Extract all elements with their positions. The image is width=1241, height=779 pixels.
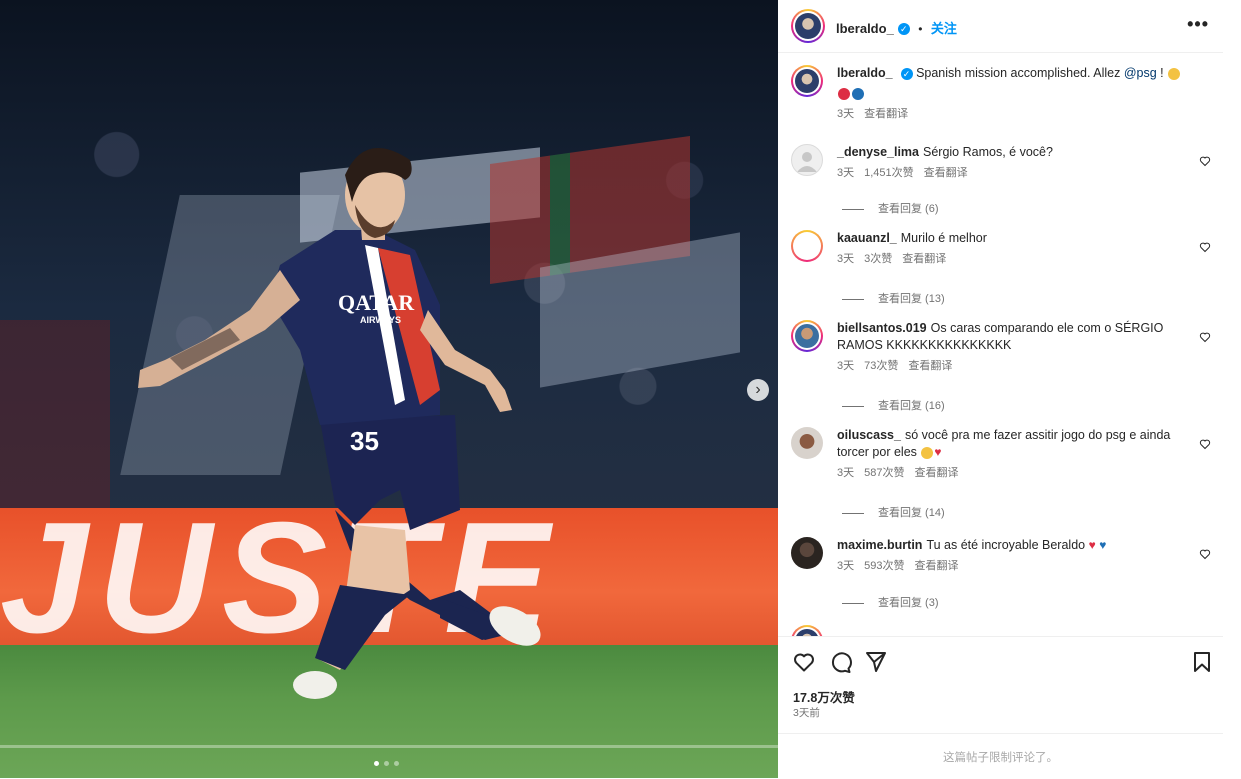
view-replies-button[interactable]: 查看回复 (13): [842, 290, 945, 306]
caption-text-after: !: [1156, 66, 1168, 80]
jersey-sponsor-sub: AIRWAYS: [360, 315, 401, 325]
comments-limited-notice: 这篇帖子限制评论了。: [778, 733, 1223, 779]
view-replies-button[interactable]: 查看回复 (14): [842, 504, 945, 520]
carousel-indicator: [374, 761, 399, 766]
translate-link[interactable]: 查看翻译: [924, 167, 968, 179]
comment-username[interactable]: _denyse_lima: [837, 145, 919, 159]
red-heart-emoji-icon: ♥: [934, 445, 942, 459]
verified-badge-icon: ✓: [897, 22, 910, 35]
comment-username[interactable]: maxime.burtin: [837, 538, 922, 552]
view-replies-label: 查看回复 (14): [878, 507, 945, 519]
pleading-face-emoji-icon: [921, 446, 934, 459]
background-banner: [0, 320, 110, 520]
post-actions: 17.8万次赞 3天前: [778, 636, 1223, 733]
avatar: [795, 234, 819, 258]
avatar: [795, 629, 819, 636]
comment-likes[interactable]: 1,451次赞: [864, 167, 914, 179]
comment-username[interactable]: biellsantos.019: [837, 321, 927, 335]
caption-time: 3天: [837, 108, 855, 120]
comment-likes[interactable]: 3次赞: [864, 253, 892, 265]
like-comment-heart-icon[interactable]: [1199, 155, 1211, 167]
avatar: [795, 324, 819, 348]
comments-list[interactable]: lberaldo_ ✓ Spanish mission accomplished.…: [778, 53, 1223, 636]
avatar-ring[interactable]: [791, 230, 823, 262]
author-avatar-ring[interactable]: [791, 9, 825, 43]
page-gutter: [1223, 0, 1241, 778]
translate-link[interactable]: 查看翻译: [914, 560, 958, 572]
shorts-number: 35: [350, 426, 379, 456]
translate-link[interactable]: 查看翻译: [902, 253, 946, 265]
comment-time: 3天: [837, 253, 855, 265]
like-comment-heart-icon[interactable]: [1199, 438, 1211, 450]
more-options-icon[interactable]: •••: [1187, 14, 1209, 35]
follow-button[interactable]: 关注: [931, 21, 957, 36]
comment-text: Tu as été incroyable Beraldo: [926, 538, 1089, 552]
comment-text: Murilo é melhor: [900, 231, 987, 245]
posted-time: 3天前: [793, 707, 820, 719]
comment-time: 3天: [837, 467, 855, 479]
view-replies-label: 查看回复 (6): [878, 203, 939, 215]
comment-likes[interactable]: 587次赞: [864, 467, 904, 479]
avatar[interactable]: [791, 427, 823, 459]
avatar-ring[interactable]: [791, 625, 823, 636]
translate-link[interactable]: 查看翻译: [914, 467, 958, 479]
translate-link[interactable]: 查看翻译: [908, 360, 952, 372]
blue-circle-emoji-icon: [852, 87, 864, 100]
separator: •: [918, 22, 923, 36]
avatar[interactable]: [791, 537, 823, 569]
comment-time: 3天: [837, 167, 855, 179]
view-replies-button[interactable]: 查看回复 (6): [842, 200, 939, 216]
comment-likes[interactable]: 73次赞: [864, 360, 898, 372]
comment-time: 3天: [837, 360, 855, 372]
avatar[interactable]: [791, 144, 823, 176]
caption-username[interactable]: lberaldo_: [837, 66, 893, 80]
comment-username[interactable]: kaauanzl_: [837, 231, 897, 245]
view-replies-label: 查看回复 (13): [878, 293, 945, 305]
like-comment-heart-icon[interactable]: [1199, 331, 1211, 343]
likes-count[interactable]: 17.8万次赞: [793, 687, 855, 706]
comment-text: Sérgio Ramos, é você?: [923, 145, 1053, 159]
post-media[interactable]: JUSTE 35 QATAR AIRWAYS ›: [0, 0, 778, 778]
like-heart-icon[interactable]: [792, 650, 816, 674]
post-details-panel: lberaldo_ ✓ • 关注 ••• lberaldo_ ✓ Spanish m…: [778, 0, 1223, 778]
red-circle-emoji-icon: [838, 87, 850, 100]
author-avatar-ring[interactable]: [791, 65, 823, 97]
mention-link[interactable]: @psg: [1124, 66, 1157, 80]
carousel-dot-active: [374, 761, 379, 766]
view-replies-button[interactable]: 查看回复 (16): [842, 397, 945, 413]
comment-bubble-icon[interactable]: [828, 650, 852, 674]
view-replies-label: 查看回复 (16): [878, 400, 945, 412]
red-heart-emoji-icon: ♥: [1088, 538, 1096, 552]
carousel-dot: [384, 761, 389, 766]
view-replies-label: 查看回复 (3): [878, 597, 939, 609]
jersey-sponsor: QATAR: [338, 290, 415, 315]
carousel-dot: [394, 761, 399, 766]
avatar: [795, 69, 819, 93]
share-paper-plane-icon[interactable]: [864, 650, 888, 674]
author-username[interactable]: lberaldo_: [836, 21, 894, 36]
avatar: [795, 13, 821, 39]
view-replies-button[interactable]: 查看回复 (3): [842, 594, 939, 610]
avatar-ring[interactable]: [791, 320, 823, 352]
post-header: lberaldo_ ✓ • 关注 •••: [778, 0, 1223, 53]
player-figure: 35 QATAR AIRWAYS: [138, 148, 541, 699]
like-comment-heart-icon[interactable]: [1199, 548, 1211, 560]
pitch-line: [0, 745, 778, 748]
translate-link[interactable]: 查看翻译: [864, 108, 908, 120]
next-media-button[interactable]: ›: [747, 379, 769, 401]
caption-text: Spanish mission accomplished. Allez: [916, 66, 1124, 80]
like-comment-heart-icon[interactable]: [1199, 241, 1211, 253]
verified-badge-icon: ✓: [900, 67, 913, 80]
comment-likes[interactable]: 593次赞: [864, 560, 904, 572]
blue-heart-emoji-icon: ♥: [1099, 538, 1107, 552]
salute-emoji-icon: [1168, 67, 1181, 80]
comment-username[interactable]: oiluscass_: [837, 428, 901, 442]
save-bookmark-icon[interactable]: [1190, 650, 1214, 674]
comment-time: 3天: [837, 560, 855, 572]
